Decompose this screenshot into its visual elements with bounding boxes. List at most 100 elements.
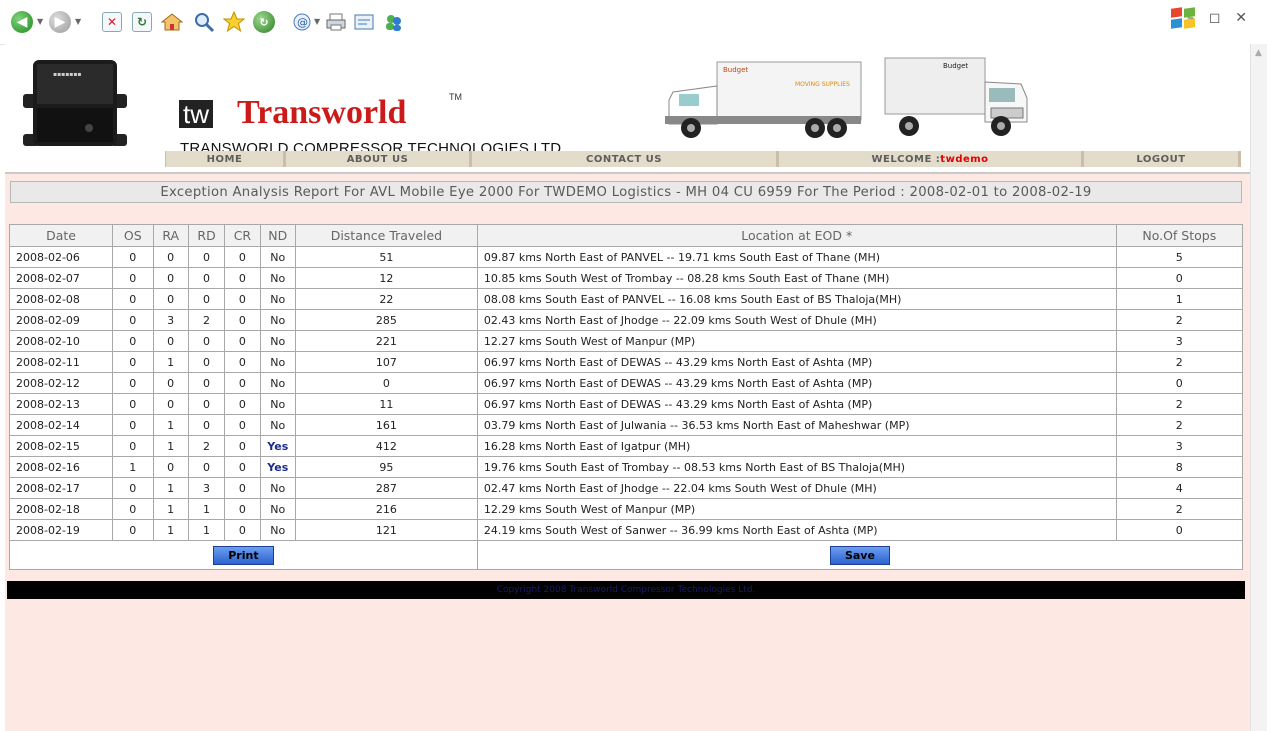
table-cell: 12 (294, 267, 478, 289)
table-cell: 08.08 kms South East of PANVEL -- 16.08 … (476, 288, 1117, 310)
welcome-username: twdemo (940, 153, 989, 165)
edit-icon[interactable] (352, 10, 376, 34)
column-header: Distance Traveled (294, 224, 478, 247)
table-row: 2008-02-13 0 0 0 0 No 11 06.97 kms North East o… (8, 393, 1244, 415)
table-cell: No (259, 477, 296, 499)
table-cell: 24.19 kms South West of Sanwer -- 36.99 … (476, 519, 1117, 541)
stop-icon[interactable]: ✕ (100, 10, 124, 34)
svg-text:Budget: Budget (943, 62, 968, 70)
messenger-icon[interactable] (382, 10, 406, 34)
table-cell: 216 (294, 498, 478, 520)
table-cell: 06.97 kms North East of DEWAS -- 43.29 k… (476, 393, 1117, 415)
table-cell: 0 (224, 414, 261, 436)
nav-welcome: WELCOME : twdemo (779, 151, 1084, 167)
table-cell: 12.27 kms South West of Manpur (MP) (476, 330, 1117, 352)
vertical-scrollbar[interactable]: ▲ (1250, 44, 1267, 731)
brand-name: Transworld (237, 94, 407, 131)
table-cell: 0 (112, 477, 154, 499)
save-button[interactable]: Save (829, 545, 890, 565)
table-row: 2008-02-11 0 1 0 0 No 107 06.97 kms North East … (8, 351, 1244, 373)
table-cell: No (259, 246, 296, 268)
table-cell: 1 (152, 498, 189, 520)
table-cell: No (259, 351, 296, 373)
table-cell: No (259, 330, 296, 352)
scroll-up-icon[interactable]: ▲ (1255, 48, 1262, 58)
save-cell: Save (476, 540, 1244, 570)
table-cell: 3 (1115, 330, 1244, 352)
table-cell: 4 (1115, 477, 1244, 499)
table-cell: 412 (294, 435, 478, 457)
trademark: TM (449, 92, 462, 102)
table-cell: 2008-02-12 (8, 372, 114, 394)
table-cell: 0 (112, 288, 154, 310)
table-cell: 0 (112, 393, 154, 415)
table-cell: 0 (224, 372, 261, 394)
mail-icon[interactable]: @ (290, 10, 314, 34)
table-cell: 2008-02-08 (8, 288, 114, 310)
table-cell: 0 (112, 498, 154, 520)
table-cell: No (259, 414, 296, 436)
column-header: RD (187, 224, 226, 247)
history-icon[interactable]: ↻ (252, 10, 276, 34)
table-cell: 0 (152, 393, 189, 415)
print-button[interactable]: Print (213, 545, 274, 565)
table-cell: 0 (224, 519, 261, 541)
table-cell: 0 (152, 267, 189, 289)
nav-logout[interactable]: LOGOUT (1084, 151, 1241, 167)
button-row: Print Save (9, 540, 1244, 570)
table-cell: 2008-02-16 (8, 456, 114, 478)
back-icon[interactable]: ◀ (10, 10, 34, 34)
svg-text:MOVING SUPPLIES: MOVING SUPPLIES (795, 81, 850, 88)
table-cell: 51 (294, 246, 478, 268)
table-cell: 0 (112, 330, 154, 352)
table-cell: 2 (1115, 393, 1244, 415)
nav-home[interactable]: HOME (166, 151, 286, 167)
home-icon[interactable] (160, 10, 184, 34)
column-header: ND (259, 224, 296, 247)
favorites-icon[interactable] (222, 10, 246, 34)
table-cell: 2 (1115, 498, 1244, 520)
table-cell: 0 (224, 309, 261, 331)
gps-device-image: ▪▪▪▪▪▪▪ (19, 56, 131, 150)
table-cell: 0 (152, 456, 189, 478)
nav-about-us[interactable]: ABOUT US (286, 151, 472, 167)
table-cell: 0 (112, 267, 154, 289)
table-cell: Yes (259, 456, 296, 478)
table-cell: 0 (224, 267, 261, 289)
table-cell: 02.43 kms North East of Jhodge -- 22.09 … (476, 309, 1117, 331)
table-cell: 0 (1115, 372, 1244, 394)
refresh-icon[interactable]: ↻ (130, 10, 154, 34)
table-cell: 0 (112, 351, 154, 373)
table-cell: 0 (152, 246, 189, 268)
table-cell: 1 (1115, 288, 1244, 310)
column-header: No.Of Stops (1115, 224, 1244, 247)
budget-truck-image: Budget MOVING SUPPLIES (665, 58, 865, 146)
table-cell: 1 (187, 498, 226, 520)
print-icon[interactable] (324, 10, 348, 34)
forward-dropdown-icon[interactable]: ▼ (75, 17, 81, 26)
table-cell: No (259, 267, 296, 289)
window-controls[interactable]: – ◻ ✕ (1187, 10, 1253, 26)
nav-contact-us[interactable]: CONTACT US (472, 151, 779, 167)
forward-icon[interactable]: ▶ (48, 10, 72, 34)
table-cell: 161 (294, 414, 478, 436)
table-cell: 11 (294, 393, 478, 415)
search-icon[interactable] (192, 10, 216, 34)
svg-text:▪▪▪▪▪▪▪: ▪▪▪▪▪▪▪ (53, 71, 81, 78)
table-cell: 0 (224, 393, 261, 415)
table-cell: 8 (1115, 456, 1244, 478)
page-footer: Copyright 2008 Transworld Compressor Tec… (7, 581, 1245, 599)
table-row: 2008-02-16 1 0 0 0 Yes 95 19.76 kms South East … (8, 456, 1244, 478)
company-logo: tw Transworld TM TRANSWORLD COMPRESSOR T… (165, 64, 655, 157)
table-cell: 2008-02-10 (8, 330, 114, 352)
table-cell: 0 (187, 393, 226, 415)
table-cell: 1 (152, 414, 189, 436)
page-content: ▪▪▪▪▪▪▪ tw Transworld TM TRANSWORLD COMP… (5, 44, 1250, 731)
table-cell: 3 (152, 309, 189, 331)
table-row: 2008-02-09 0 3 2 0 No 285 02.43 kms North East … (8, 309, 1244, 331)
table-cell: 0 (187, 372, 226, 394)
table-cell: 2 (1115, 351, 1244, 373)
back-dropdown-icon[interactable]: ▼ (37, 17, 43, 26)
mail-dropdown-icon[interactable]: ▼ (314, 17, 320, 26)
table-cell: 2008-02-13 (8, 393, 114, 415)
